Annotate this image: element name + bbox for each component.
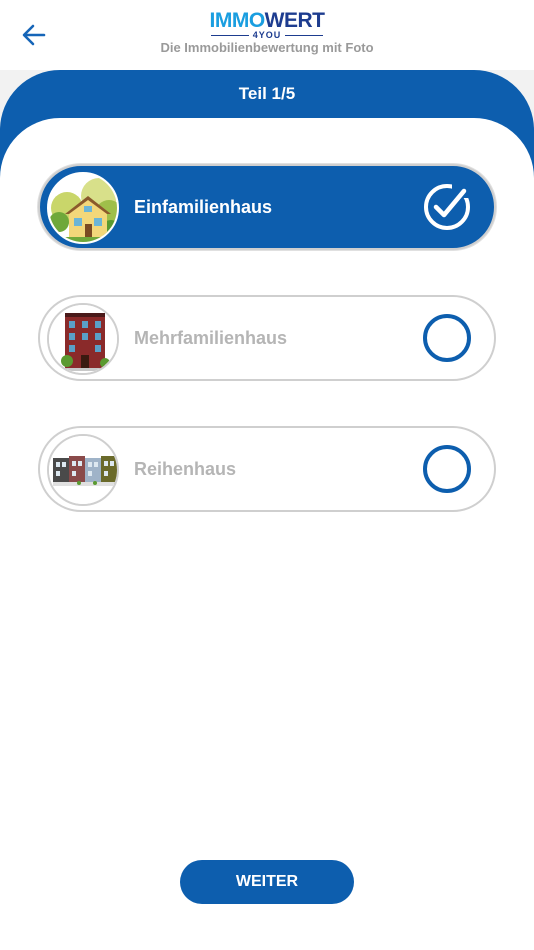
weiter-button[interactable]: WEITER	[180, 860, 354, 904]
option-reihenhaus[interactable]: Reihenhaus	[38, 426, 496, 512]
header: IMMOWERT 4YOU Die Immobilienbewertung mi…	[0, 0, 534, 70]
app-screen: IMMOWERT 4YOU Die Immobilienbewertung mi…	[0, 0, 534, 950]
main-content: Einfamilienhaus Mehrfamilienhaus Reihenh…	[0, 118, 534, 950]
option-mehrfamilienhaus[interactable]: Mehrfamilienhaus	[38, 295, 496, 381]
option-label: Mehrfamilienhaus	[134, 328, 288, 348]
single-family-house-icon	[49, 174, 117, 242]
terraced-houses-icon	[49, 436, 117, 504]
option-label: Einfamilienhaus	[134, 197, 273, 217]
logo-divider	[285, 34, 324, 36]
option-image	[47, 172, 119, 244]
tagline: Die Immobilienbewertung mit Foto	[160, 40, 374, 55]
radio-unchecked-icon	[423, 314, 471, 362]
option-label: Reihenhaus	[134, 459, 237, 479]
logo-text-4you: 4YOU	[252, 30, 282, 40]
step-indicator: Teil 1/5	[238, 84, 296, 103]
logo-text-immo: IMMO	[209, 9, 266, 32]
app-logo: IMMOWERT 4YOU	[0, 9, 534, 41]
logo-text-wert: WERT	[264, 9, 325, 32]
logo-divider	[210, 34, 249, 36]
apartment-building-icon	[49, 305, 117, 373]
check-circle-icon	[424, 184, 470, 230]
option-image	[47, 434, 119, 506]
option-einfamilienhaus[interactable]: Einfamilienhaus	[38, 164, 496, 250]
radio-unchecked-icon	[423, 445, 471, 493]
option-image	[47, 303, 119, 375]
